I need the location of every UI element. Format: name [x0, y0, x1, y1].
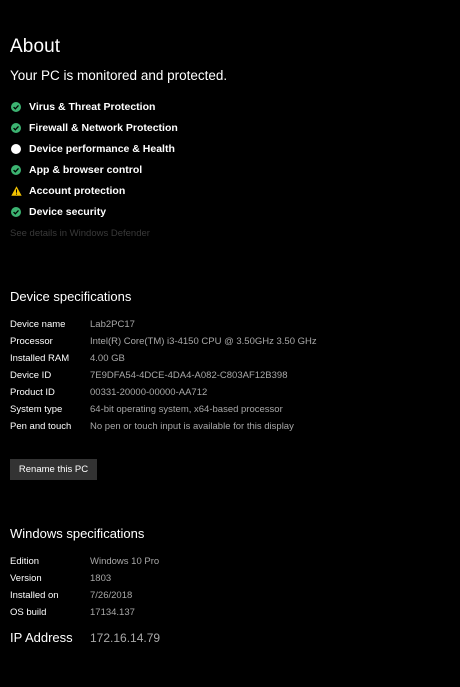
protection-item-account: Account protection: [10, 180, 178, 201]
spec-key: Pen and touch: [10, 421, 72, 432]
spec-key: Processor: [10, 336, 53, 347]
ip-address-label: IP Address: [10, 630, 73, 645]
spec-key: Device ID: [10, 370, 52, 381]
check-circle-icon: [10, 206, 22, 218]
spec-key: System type: [10, 404, 63, 415]
spec-row: Processor Intel(R) Core(TM) i3-4150 CPU …: [10, 336, 390, 353]
warning-icon: [10, 185, 22, 197]
protection-item-device-security: Device security: [10, 201, 178, 222]
spec-value: 4.00 GB: [90, 353, 125, 364]
spec-row: Device ID 7E9DFA54-4DCE-4DA4-A082-C803AF…: [10, 370, 390, 387]
protection-item-firewall: Firewall & Network Protection: [10, 117, 178, 138]
rename-pc-button[interactable]: Rename this PC: [10, 459, 97, 480]
spec-key: Installed RAM: [10, 353, 70, 364]
page-title: About: [10, 36, 61, 57]
ip-address-value: 172.16.14.79: [90, 631, 161, 645]
spec-value: 17134.137: [90, 607, 135, 618]
circle-icon: [10, 143, 22, 155]
spec-row: Device name Lab2PC17: [10, 319, 390, 336]
defender-details-link[interactable]: See details in Windows Defender: [10, 228, 150, 239]
protection-label: Account protection: [29, 184, 126, 197]
windows-specs-heading: Windows specifications: [10, 526, 145, 541]
check-circle-icon: [10, 164, 22, 176]
protection-item-app-browser: App & browser control: [10, 159, 178, 180]
spec-key: Installed on: [10, 590, 59, 601]
check-circle-icon: [10, 122, 22, 134]
spec-value: Intel(R) Core(TM) i3-4150 CPU @ 3.50GHz …: [90, 336, 317, 347]
check-circle-icon: [10, 101, 22, 113]
spec-value: Windows 10 Pro: [90, 556, 160, 567]
ip-address-row: IP Address 172.16.14.79: [10, 630, 160, 645]
protection-label: Device security: [29, 205, 107, 218]
protection-list: Virus & Threat Protection Firewall & Net…: [10, 96, 178, 222]
spec-key: Version: [10, 573, 42, 584]
protection-item-virus: Virus & Threat Protection: [10, 96, 178, 117]
spec-key: OS build: [10, 607, 47, 618]
spec-value: 00331-20000-00000-AA712: [90, 387, 208, 398]
spec-row: Pen and touch No pen or touch input is a…: [10, 421, 390, 438]
protection-status: Your PC is monitored and protected.: [10, 68, 228, 83]
spec-key: Product ID: [10, 387, 55, 398]
protection-label: Virus & Threat Protection: [29, 100, 156, 113]
spec-value: 7/26/2018: [90, 590, 133, 601]
spec-row: Installed on 7/26/2018: [10, 590, 306, 607]
spec-row: Version 1803: [10, 573, 306, 590]
device-specs-table: Device name Lab2PC17 Processor Intel(R) …: [10, 319, 390, 438]
protection-label: Device performance & Health: [29, 142, 175, 155]
device-specs-heading: Device specifications: [10, 289, 132, 304]
about-page: About Your PC is monitored and protected…: [0, 0, 460, 687]
windows-specs-table: Edition Windows 10 Pro Version 1803 Inst…: [10, 556, 306, 624]
spec-value: No pen or touch input is available for t…: [90, 421, 294, 432]
protection-label: Firewall & Network Protection: [29, 121, 178, 134]
spec-value: 64-bit operating system, x64-based proce…: [90, 404, 283, 415]
spec-row: OS build 17134.137: [10, 607, 306, 624]
spec-row: Installed RAM 4.00 GB: [10, 353, 390, 370]
spec-value: 1803: [90, 573, 112, 584]
spec-key: Edition: [10, 556, 40, 567]
protection-label: App & browser control: [29, 163, 143, 176]
spec-value: Lab2PC17: [90, 319, 135, 330]
spec-row: System type 64-bit operating system, x64…: [10, 404, 390, 421]
protection-item-performance: Device performance & Health: [10, 138, 178, 159]
spec-value: 7E9DFA54-4DCE-4DA4-A082-C803AF12B398: [90, 370, 288, 381]
spec-row: Product ID 00331-20000-00000-AA712: [10, 387, 390, 404]
spec-key: Device name: [10, 319, 66, 330]
spec-row: Edition Windows 10 Pro: [10, 556, 306, 573]
